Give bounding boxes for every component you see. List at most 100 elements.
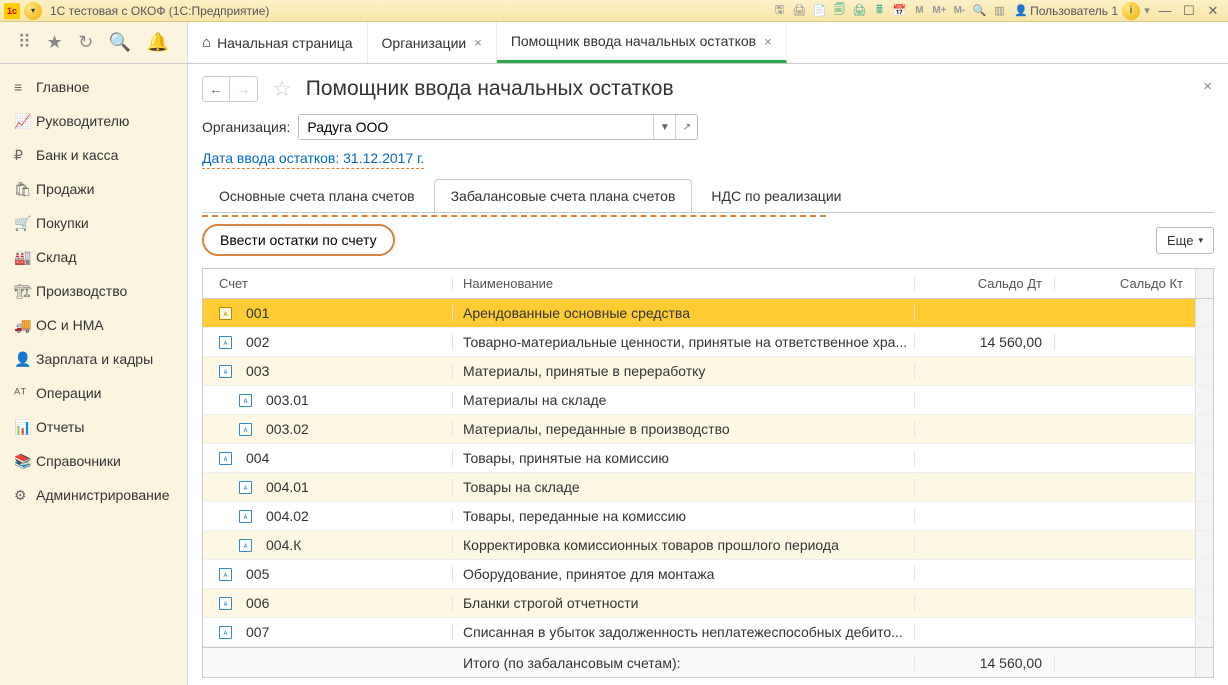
print2-icon[interactable]: 🖨 (850, 2, 868, 20)
sidebar-item-5[interactable]: 🏭Склад (0, 240, 187, 274)
user-label[interactable]: Пользователь 1 (1014, 4, 1118, 18)
m-button[interactable]: M (910, 2, 928, 20)
sidebar-label: ОС и НМА (36, 317, 104, 333)
apps-icon[interactable]: ⠿ (18, 32, 31, 53)
tab-organizations[interactable]: Организации × (368, 22, 497, 63)
account-name: Товары, принятые на комиссию (453, 450, 915, 466)
sidebar-item-4[interactable]: 🛒Покупки (0, 206, 187, 240)
zoom-icon[interactable]: 🔍 (970, 2, 988, 20)
col-account[interactable]: Счет (203, 276, 453, 291)
table-header: Счет Наименование Сальдо Дт Сальдо Кт (203, 269, 1213, 299)
dropdown-icon[interactable]: ▼ (653, 115, 675, 139)
account-name: Оборудование, принятое для монтажа (453, 566, 915, 582)
sidebar-label: Покупки (36, 215, 89, 231)
favorite-star-icon[interactable]: ☆ (272, 76, 292, 102)
tab-assistant[interactable]: Помощник ввода начальных остатков × (497, 22, 787, 63)
search-icon[interactable]: 🔍 (109, 32, 131, 53)
table-row[interactable]: ᴀ003.01Материалы на складе (203, 386, 1213, 415)
sidebar-item-8[interactable]: 👤Зарплата и кадры (0, 342, 187, 376)
back-button[interactable]: ← (202, 76, 230, 102)
subtab-offbalance[interactable]: Забалансовые счета плана счетов (434, 179, 693, 212)
open-icon[interactable]: ↗ (675, 115, 697, 139)
scrollbar[interactable] (1195, 269, 1213, 298)
account-icon: ᴀ (239, 394, 252, 407)
print-icon[interactable]: 🖨 (790, 2, 808, 20)
minimize-button[interactable]: — (1154, 2, 1176, 20)
footer-debit: 14 560,00 (915, 655, 1055, 671)
calc-icon[interactable]: 🖩 (870, 2, 888, 20)
sidebar-label: Операции (36, 385, 102, 401)
info-icon[interactable]: i (1122, 2, 1140, 20)
sidebar-item-9[interactable]: ᴬᵀОперации (0, 376, 187, 410)
sidebar-item-1[interactable]: 📈Руководителю (0, 104, 187, 138)
doc-icon[interactable]: 📄 (810, 2, 828, 20)
save-icon[interactable]: 🖫 (770, 2, 788, 20)
sidebar-label: Склад (36, 249, 77, 265)
sidebar-icon: ≡ (14, 79, 36, 95)
sidebar-label: Администрирование (36, 487, 170, 503)
col-credit[interactable]: Сальдо Кт (1055, 276, 1195, 291)
enter-balances-button[interactable]: Ввести остатки по счету (202, 224, 395, 256)
account-code: 004 (246, 450, 269, 466)
account-icon: ᴀ (219, 597, 232, 610)
sidebar-icon: 👤 (14, 351, 36, 368)
table-row[interactable]: ᴀ001Арендованные основные средства (203, 299, 1213, 328)
table-row[interactable]: ᴀ006Бланки строгой отчетности (203, 589, 1213, 618)
table-row[interactable]: ᴀ004Товары, принятые на комиссию (203, 444, 1213, 473)
col-debit[interactable]: Сальдо Дт (915, 276, 1055, 291)
table-row[interactable]: ᴀ002Товарно-материальные ценности, приня… (203, 328, 1213, 357)
close-icon[interactable]: × (764, 34, 772, 49)
maximize-button[interactable]: ☐ (1178, 2, 1200, 20)
sidebar-item-11[interactable]: 📚Справочники (0, 444, 187, 478)
sidebar-item-12[interactable]: ⚙Администрирование (0, 478, 187, 512)
date-link[interactable]: Дата ввода остатков: 31.12.2017 г. (202, 150, 424, 169)
table-row[interactable]: ᴀ004.ККорректировка комиссионных товаров… (203, 531, 1213, 560)
close-icon[interactable]: × (474, 35, 482, 50)
compare-icon[interactable]: 🗐 (830, 2, 848, 20)
favorite-icon[interactable]: ★ (47, 32, 63, 53)
account-code: 002 (246, 334, 269, 350)
account-icon: ᴀ (239, 481, 252, 494)
sidebar-item-2[interactable]: ₽Банк и касса (0, 138, 187, 172)
col-name[interactable]: Наименование (453, 276, 915, 291)
org-input[interactable] (299, 115, 653, 139)
sidebar-icon: ⚙ (14, 487, 36, 504)
home-icon: ⌂ (202, 34, 211, 51)
history-icon[interactable]: ↻ (78, 32, 93, 53)
table-row[interactable]: ᴀ003.02Материалы, переданные в производс… (203, 415, 1213, 444)
more-button[interactable]: Еще (1156, 227, 1214, 254)
page-close-icon[interactable]: × (1203, 78, 1212, 95)
tab-home[interactable]: ⌂ Начальная страница (188, 22, 368, 63)
table-row[interactable]: ᴀ004.01Товары на складе (203, 473, 1213, 502)
sidebar: ≡Главное📈Руководителю₽Банк и касса🛍Прода… (0, 64, 188, 685)
window-titlebar: 1c ▾ 1С тестовая с ОКОФ (1С:Предприятие)… (0, 0, 1228, 22)
sidebar-label: Продажи (36, 181, 94, 197)
app-menu-dropdown[interactable]: ▾ (24, 2, 42, 20)
account-code: 004.К (266, 537, 301, 553)
forward-button[interactable]: → (230, 76, 258, 102)
account-code: 007 (246, 624, 269, 640)
m-minus-button[interactable]: M- (950, 2, 968, 20)
bell-icon[interactable]: 🔔 (147, 32, 169, 53)
sidebar-item-3[interactable]: 🛍Продажи (0, 172, 187, 206)
close-window-button[interactable]: ✕ (1202, 2, 1224, 20)
sidebar-label: Зарплата и кадры (36, 351, 153, 367)
account-code: 004.01 (266, 479, 309, 495)
sidebar-item-10[interactable]: 📊Отчеты (0, 410, 187, 444)
sidebar-item-6[interactable]: 🏗Производство (0, 274, 187, 308)
table-row[interactable]: ᴀ007Списанная в убыток задолженность неп… (203, 618, 1213, 647)
table-footer: Итого (по забалансовым счетам): 14 560,0… (203, 647, 1213, 677)
m-plus-button[interactable]: M+ (930, 2, 948, 20)
info-dropdown-icon[interactable]: ▾ (1142, 2, 1152, 20)
calendar-icon[interactable]: 📅 (890, 2, 908, 20)
subtab-main-accounts[interactable]: Основные счета плана счетов (202, 179, 432, 212)
sidebar-item-0[interactable]: ≡Главное (0, 70, 187, 104)
table-row[interactable]: ᴀ003Материалы, принятые в переработку (203, 357, 1213, 386)
content-area: ← → ☆ Помощник ввода начальных остатков … (188, 64, 1228, 685)
subtab-vat[interactable]: НДС по реализации (694, 179, 858, 212)
panels-icon[interactable]: ▥ (990, 2, 1008, 20)
table-row[interactable]: ᴀ004.02Товары, переданные на комиссию (203, 502, 1213, 531)
table-row[interactable]: ᴀ005Оборудование, принятое для монтажа (203, 560, 1213, 589)
sidebar-label: Банк и касса (36, 147, 118, 163)
sidebar-item-7[interactable]: 🚚ОС и НМА (0, 308, 187, 342)
